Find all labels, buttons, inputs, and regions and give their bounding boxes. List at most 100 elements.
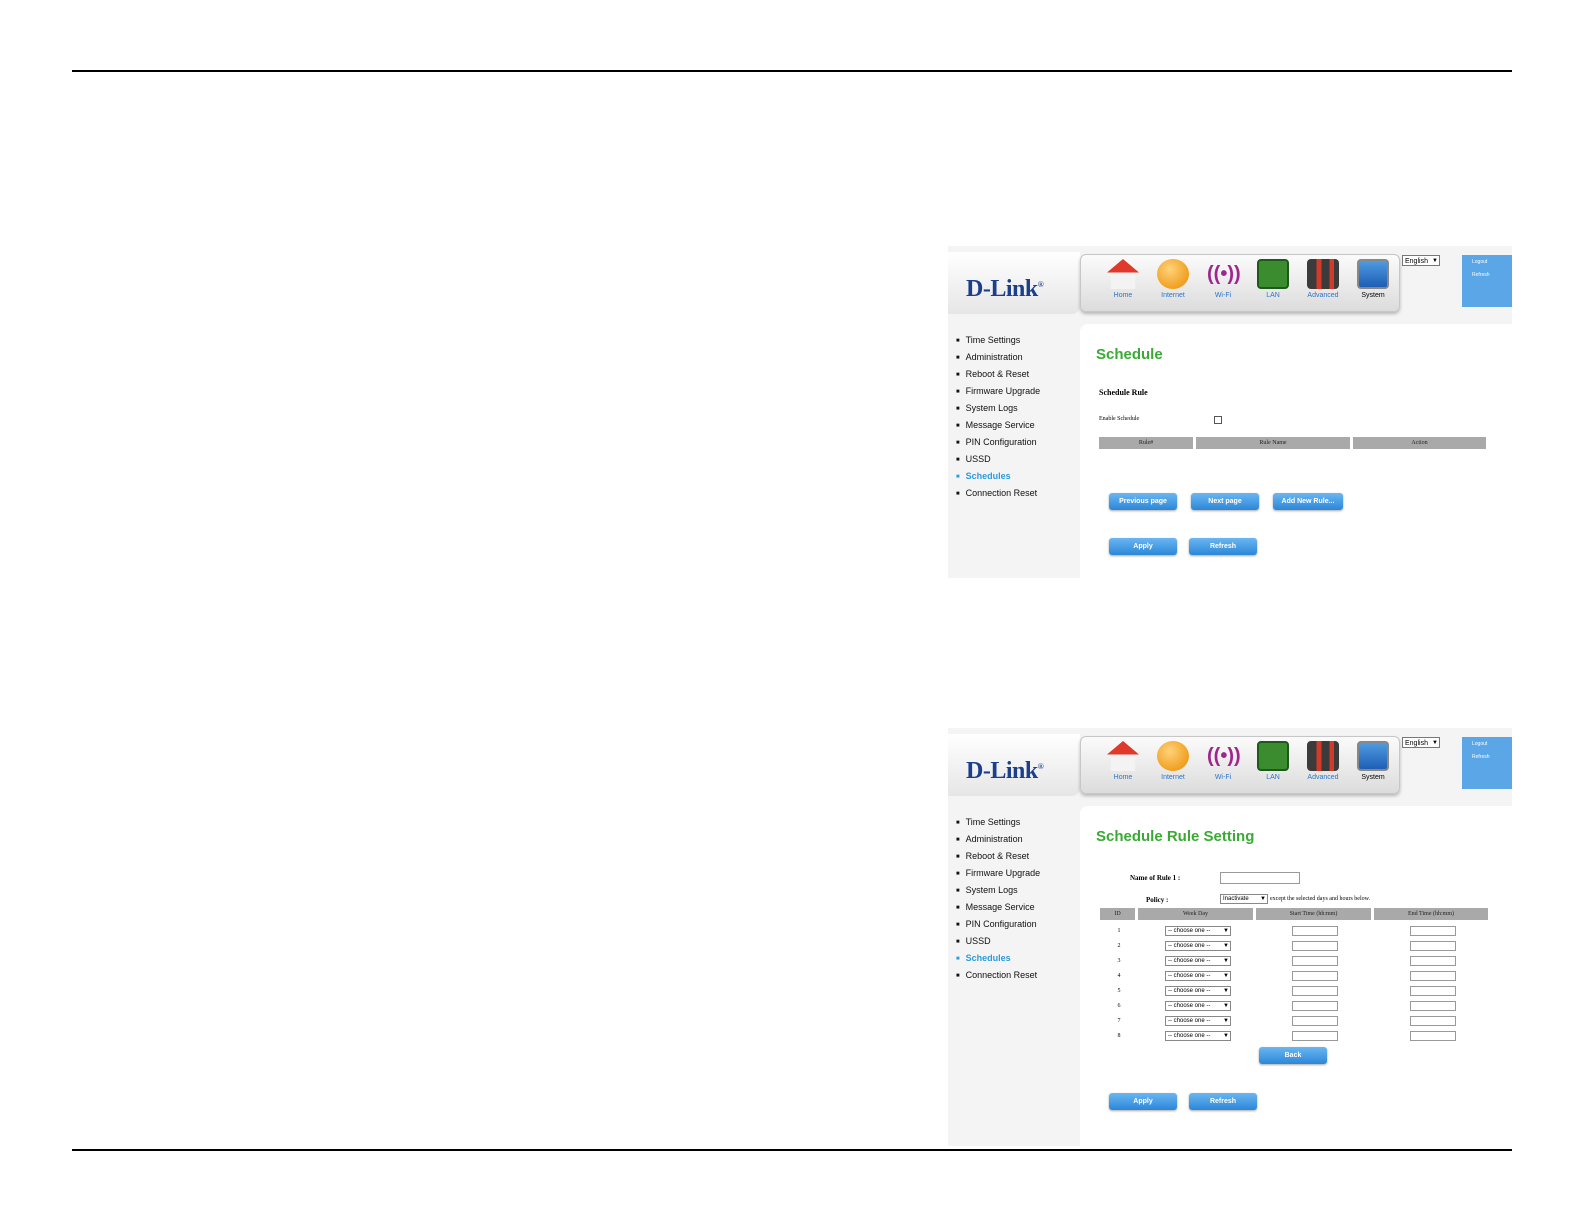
nav-internet[interactable]: Internet [1149, 259, 1197, 299]
end-time-input[interactable] [1410, 941, 1456, 951]
menu-message-service[interactable]: Message Service [956, 899, 1040, 916]
chevron-down-icon: ▼ [1432, 740, 1438, 746]
chevron-down-icon: ▼ [1223, 943, 1229, 949]
nav-system[interactable]: System [1349, 741, 1397, 781]
nav-home[interactable]: Home [1099, 741, 1147, 781]
chevron-down-icon: ▼ [1223, 1003, 1229, 1009]
nav-home[interactable]: Home [1099, 259, 1147, 299]
weekday-select[interactable]: -- choose one -- ▼ [1165, 1031, 1231, 1041]
row-id: 6 [1117, 1003, 1121, 1009]
apply-button[interactable]: Apply [1109, 1093, 1177, 1110]
nav-system[interactable]: System [1349, 259, 1397, 299]
menu-pin-configuration[interactable]: PIN Configuration [956, 434, 1040, 451]
page-title: Schedule Rule Setting [1096, 828, 1255, 845]
menu-reboot-reset[interactable]: Reboot & Reset [956, 366, 1040, 383]
home-icon [1107, 259, 1139, 289]
weekday-select[interactable]: -- choose one -- ▼ [1165, 941, 1231, 951]
add-new-rule-button[interactable]: Add New Rule... [1273, 493, 1343, 510]
start-time-input[interactable] [1292, 956, 1338, 966]
nav-internet[interactable]: Internet [1149, 741, 1197, 781]
row-id: 8 [1117, 1033, 1121, 1039]
menu-ussd[interactable]: USSD [956, 451, 1040, 468]
side-buttons: Logout Refresh [1462, 255, 1512, 307]
end-time-input[interactable] [1410, 986, 1456, 996]
nav-wifi[interactable]: ((•)) Wi-Fi [1199, 741, 1247, 781]
content-panel: Schedule Schedule Rule Enable Schedule R… [1080, 324, 1512, 578]
menu-message-service[interactable]: Message Service [956, 417, 1040, 434]
end-time-input[interactable] [1410, 956, 1456, 966]
end-time-input[interactable] [1410, 1001, 1456, 1011]
nav-lan[interactable]: LAN [1249, 741, 1297, 781]
chevron-down-icon: ▼ [1223, 973, 1229, 979]
weekday-select[interactable]: -- choose one -- ▼ [1165, 986, 1231, 996]
top-nav: Home Internet ((•)) Wi-Fi LAN Advanced Sy… [1080, 736, 1400, 794]
policy-select[interactable]: Inactivate ▼ [1220, 894, 1268, 904]
end-time-input[interactable] [1410, 1031, 1456, 1041]
schedule-rule-setting-screenshot: D-Link® Home Internet ((•)) Wi-Fi LAN Adv… [948, 728, 1512, 1146]
menu-time-settings[interactable]: Time Settings [956, 814, 1040, 831]
end-time-input[interactable] [1410, 1016, 1456, 1026]
chevron-down-icon: ▼ [1223, 958, 1229, 964]
nav-advanced[interactable]: Advanced [1299, 259, 1347, 299]
menu-system-logs[interactable]: System Logs [956, 882, 1040, 899]
refresh-button[interactable]: Refresh [1189, 538, 1257, 555]
menu-pin-configuration[interactable]: PIN Configuration [956, 916, 1040, 933]
previous-page-button[interactable]: Previous page [1109, 493, 1177, 510]
page-title: Schedule [1096, 346, 1163, 363]
start-time-input[interactable] [1292, 986, 1338, 996]
end-time-input[interactable] [1410, 926, 1456, 936]
start-time-input[interactable] [1292, 1001, 1338, 1011]
logout-link[interactable]: Logout [1462, 255, 1512, 268]
menu-reboot-reset[interactable]: Reboot & Reset [956, 848, 1040, 865]
weekday-select[interactable]: -- choose one -- ▼ [1165, 1016, 1231, 1026]
start-time-input[interactable] [1292, 926, 1338, 936]
start-time-input[interactable] [1292, 1016, 1338, 1026]
back-button[interactable]: Back [1259, 1047, 1327, 1064]
menu-schedules[interactable]: Schedules [956, 468, 1040, 485]
rule-name-input[interactable] [1220, 872, 1300, 884]
nav-wifi[interactable]: ((•)) Wi-Fi [1199, 259, 1247, 299]
menu-connection-reset[interactable]: Connection Reset [956, 485, 1040, 502]
col-action: Action [1353, 437, 1486, 449]
language-select[interactable]: English ▼ [1402, 737, 1440, 748]
schedule-screenshot: D-Link® Home Internet ((•)) Wi-Fi LAN Adv… [948, 246, 1512, 578]
weekday-select[interactable]: -- choose one -- ▼ [1165, 956, 1231, 966]
menu-administration[interactable]: Administration [956, 349, 1040, 366]
chevron-down-icon: ▼ [1432, 258, 1438, 264]
nav-lan[interactable]: LAN [1249, 259, 1297, 299]
next-page-button[interactable]: Next page [1191, 493, 1259, 510]
nav-advanced[interactable]: Advanced [1299, 741, 1347, 781]
weekday-select[interactable]: -- choose one -- ▼ [1165, 926, 1231, 936]
refresh-button[interactable]: Refresh [1189, 1093, 1257, 1110]
logout-link[interactable]: Logout [1462, 737, 1512, 750]
menu-ussd[interactable]: USSD [956, 933, 1040, 950]
chevron-down-icon: ▼ [1223, 1033, 1229, 1039]
apply-button[interactable]: Apply [1109, 538, 1177, 555]
start-time-input[interactable] [1292, 1031, 1338, 1041]
top-nav: Home Internet ((•)) Wi-Fi LAN Advanced Sy… [1080, 254, 1400, 312]
tools-icon [1307, 259, 1339, 289]
refresh-link[interactable]: Refresh [1462, 750, 1512, 763]
dlink-logo: D-Link® [966, 276, 1044, 302]
menu-schedules[interactable]: Schedules [956, 950, 1040, 967]
menu-firmware-upgrade[interactable]: Firmware Upgrade [956, 865, 1041, 882]
col-start-time: Start Time (hh:mm) [1256, 908, 1371, 920]
start-time-input[interactable] [1292, 941, 1338, 951]
start-time-input[interactable] [1292, 971, 1338, 981]
row-id: 5 [1117, 988, 1121, 994]
chevron-down-icon: ▼ [1223, 988, 1229, 994]
enable-schedule-checkbox[interactable] [1214, 416, 1222, 424]
language-select[interactable]: English ▼ [1402, 255, 1440, 266]
refresh-link[interactable]: Refresh [1462, 268, 1512, 281]
weekday-select[interactable]: -- choose one -- ▼ [1165, 971, 1231, 981]
logo-area: D-Link® [948, 734, 1080, 796]
menu-time-settings[interactable]: Time Settings [956, 332, 1040, 349]
end-time-input[interactable] [1410, 971, 1456, 981]
menu-system-logs[interactable]: System Logs [956, 400, 1040, 417]
menu-firmware-upgrade[interactable]: Firmware Upgrade [956, 383, 1041, 400]
menu-connection-reset[interactable]: Connection Reset [956, 967, 1040, 984]
weekday-select[interactable]: -- choose one -- ▼ [1165, 1001, 1231, 1011]
row-id: 2 [1117, 943, 1121, 949]
row-id: 3 [1117, 958, 1121, 964]
menu-administration[interactable]: Administration [956, 831, 1040, 848]
